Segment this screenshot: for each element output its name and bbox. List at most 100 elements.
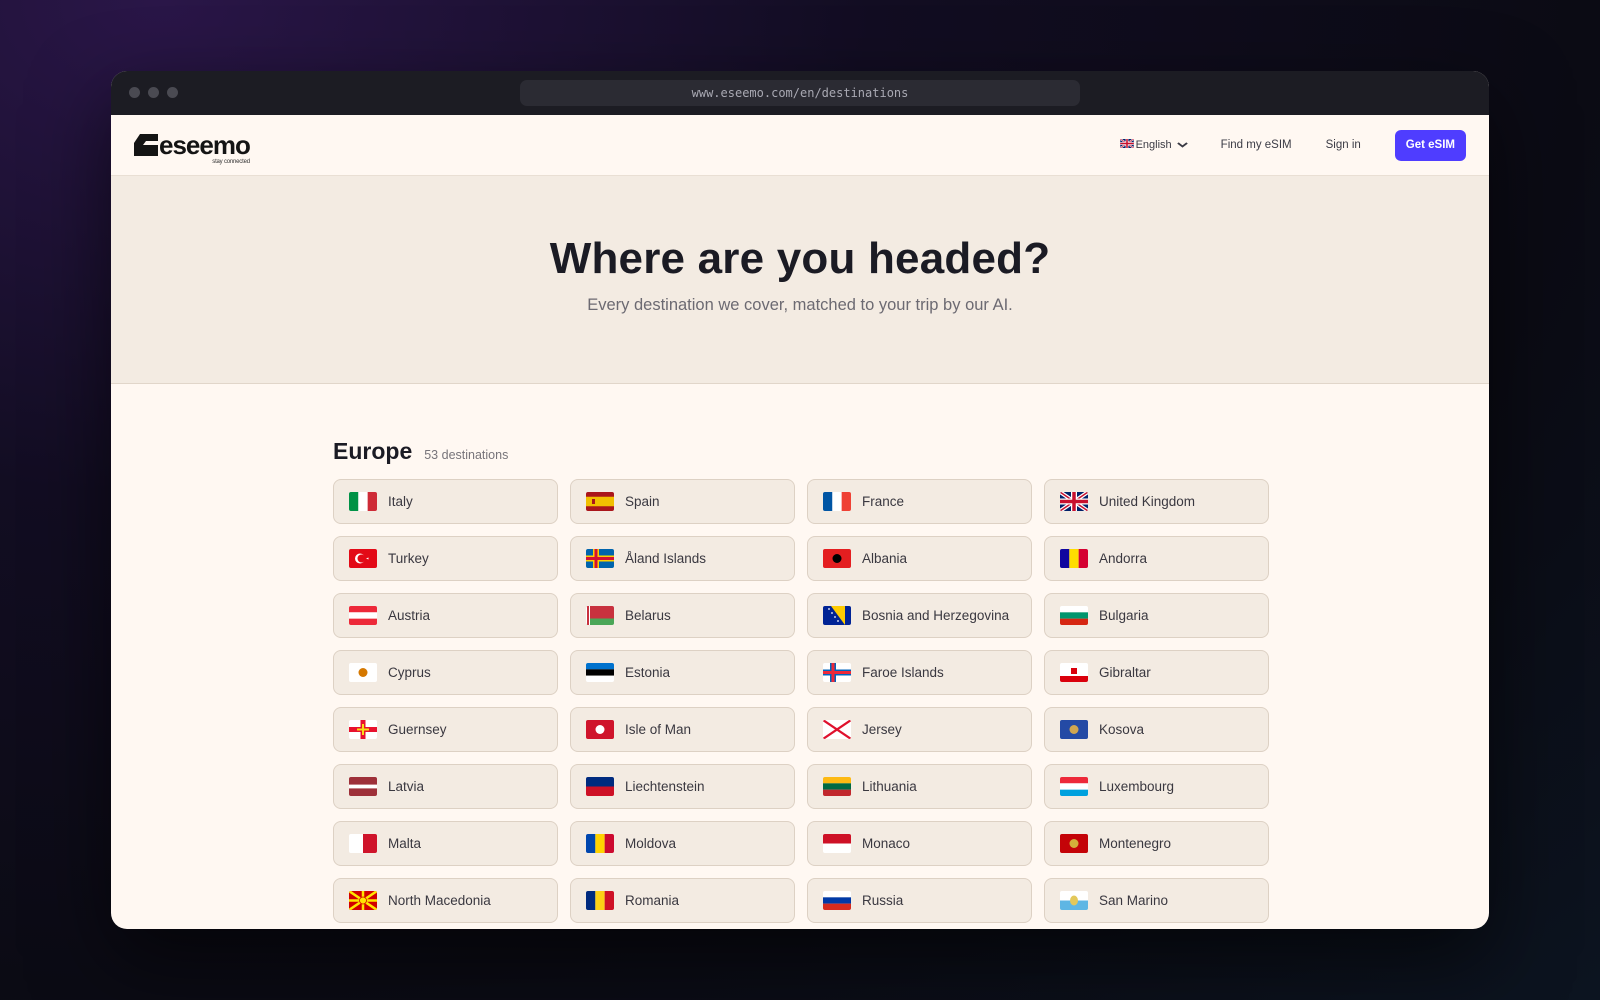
destination-card[interactable]: Estonia	[570, 650, 795, 695]
destination-name: San Marino	[1099, 893, 1169, 908]
logo-tagline: stay connected	[212, 159, 250, 165]
destination-card[interactable]: Isle of Man	[570, 707, 795, 752]
destination-name: Latvia	[388, 779, 425, 794]
close-dot-icon[interactable]	[129, 87, 140, 98]
destination-name: Bulgaria	[1099, 608, 1149, 623]
page-subtitle: Every destination we cover, matched to y…	[587, 296, 1013, 314]
destination-name: Monaco	[862, 836, 911, 851]
moldova-flag-icon	[586, 834, 614, 853]
destination-card[interactable]: Lithuania	[807, 764, 1032, 809]
bosnia-flag-icon	[823, 606, 851, 625]
destination-name: Russia	[862, 893, 904, 908]
destination-card[interactable]: Åland Islands	[570, 536, 795, 581]
isle-of-man-flag-icon	[586, 720, 614, 739]
destination-card[interactable]: Spain	[570, 479, 795, 524]
region-title: Europe	[333, 438, 413, 464]
destination-card[interactable]: France	[807, 479, 1032, 524]
jersey-flag-icon	[823, 720, 851, 739]
latvia-flag-icon	[349, 777, 377, 796]
destination-name: Romania	[625, 893, 680, 908]
destination-name: France	[862, 494, 905, 509]
montenegro-flag-icon	[1060, 834, 1088, 853]
monaco-flag-icon	[823, 834, 851, 853]
destination-name: Moldova	[625, 836, 677, 851]
address-bar[interactable]: www.eseemo.com/en/destinations	[520, 80, 1080, 106]
logo-mark-icon	[134, 134, 158, 156]
destination-card[interactable]: Latvia	[333, 764, 558, 809]
north-macedonia-flag-icon	[349, 891, 377, 910]
destination-card[interactable]: Bulgaria	[1044, 593, 1269, 638]
faroe-flag-icon	[823, 663, 851, 682]
destination-name: Belarus	[625, 608, 671, 623]
maximize-dot-icon[interactable]	[167, 87, 178, 98]
spain-flag-icon	[586, 492, 614, 511]
destination-card[interactable]: Gibraltar	[1044, 650, 1269, 695]
destination-card[interactable]: North Macedonia	[333, 878, 558, 923]
destination-name: Isle of Man	[625, 722, 692, 737]
uk-flag-icon	[1119, 138, 1134, 151]
language-selector[interactable]: English	[1119, 138, 1188, 151]
destination-grid: Italy Spain France United Kingdom Turkey Ålan…	[333, 479, 1489, 923]
destination-name: Italy	[388, 494, 413, 509]
destination-name: North Macedonia	[388, 893, 491, 908]
russia-flag-icon	[823, 891, 851, 910]
destination-name: Andorra	[1099, 551, 1148, 566]
get-esim-button[interactable]: Get eSIM	[1394, 129, 1466, 161]
destination-card[interactable]: Turkey	[333, 536, 558, 581]
destination-card[interactable]: Andorra	[1044, 536, 1269, 581]
destination-card[interactable]: Liechtenstein	[570, 764, 795, 809]
find-my-esim-link[interactable]: Find my eSIM	[1221, 139, 1292, 151]
destination-card[interactable]: Cyprus	[333, 650, 558, 695]
destination-name: Gibraltar	[1099, 665, 1151, 680]
destination-card[interactable]: Faroe Islands	[807, 650, 1032, 695]
destination-name: Turkey	[388, 551, 429, 566]
destination-card[interactable]: Malta	[333, 821, 558, 866]
destination-card[interactable]: Luxembourg	[1044, 764, 1269, 809]
destination-card[interactable]: Monaco	[807, 821, 1032, 866]
destination-card[interactable]: Bosnia and Herzegovina	[807, 593, 1032, 638]
site-header: eseemo stay connected English Find my eS…	[111, 115, 1489, 176]
language-label: English	[1135, 139, 1172, 151]
destination-name: Åland Islands	[625, 551, 707, 566]
destination-name: Lithuania	[862, 779, 917, 794]
liechtenstein-flag-icon	[586, 777, 614, 796]
destination-card[interactable]: Belarus	[570, 593, 795, 638]
destination-card[interactable]: Italy	[333, 479, 558, 524]
destination-card[interactable]: Albania	[807, 536, 1032, 581]
destination-card[interactable]: Austria	[333, 593, 558, 638]
destination-card[interactable]: Kosova	[1044, 707, 1269, 752]
cyprus-flag-icon	[349, 663, 377, 682]
sign-in-link[interactable]: Sign in	[1326, 139, 1361, 151]
destination-name: Estonia	[625, 665, 671, 680]
minimize-dot-icon[interactable]	[148, 87, 159, 98]
destination-card[interactable]: San Marino	[1044, 878, 1269, 923]
header-nav: English Find my eSIM Sign in Get eSIM	[1119, 129, 1466, 161]
destination-card[interactable]: Moldova	[570, 821, 795, 866]
estonia-flag-icon	[586, 663, 614, 682]
destination-name: Luxembourg	[1099, 779, 1175, 794]
region-count: 53 destinations	[424, 448, 509, 462]
turkey-flag-icon	[349, 549, 377, 568]
aland-flag-icon	[586, 549, 614, 568]
san-marino-flag-icon	[1060, 891, 1088, 910]
guernsey-flag-icon	[349, 720, 377, 739]
destination-name: Malta	[388, 836, 422, 851]
destinations-section: Europe 53 destinations Italy Spain France U…	[111, 384, 1489, 923]
destination-card[interactable]: Montenegro	[1044, 821, 1269, 866]
destination-name: Bosnia and Herzegovina	[862, 608, 1010, 623]
destination-card[interactable]: United Kingdom	[1044, 479, 1269, 524]
destination-name: Spain	[625, 494, 660, 509]
destination-card[interactable]: Guernsey	[333, 707, 558, 752]
destination-name: Austria	[388, 608, 431, 623]
logo-text: eseemo	[159, 130, 251, 160]
italy-flag-icon	[349, 492, 377, 511]
logo[interactable]: eseemo stay connected	[134, 130, 251, 165]
belarus-flag-icon	[586, 606, 614, 625]
destination-name: Montenegro	[1099, 836, 1172, 851]
destination-card[interactable]: Jersey	[807, 707, 1032, 752]
destination-card[interactable]: Russia	[807, 878, 1032, 923]
romania-flag-icon	[586, 891, 614, 910]
destination-card[interactable]: Romania	[570, 878, 795, 923]
browser-titlebar: www.eseemo.com/en/destinations	[111, 71, 1489, 115]
destination-name: Jersey	[862, 722, 902, 737]
